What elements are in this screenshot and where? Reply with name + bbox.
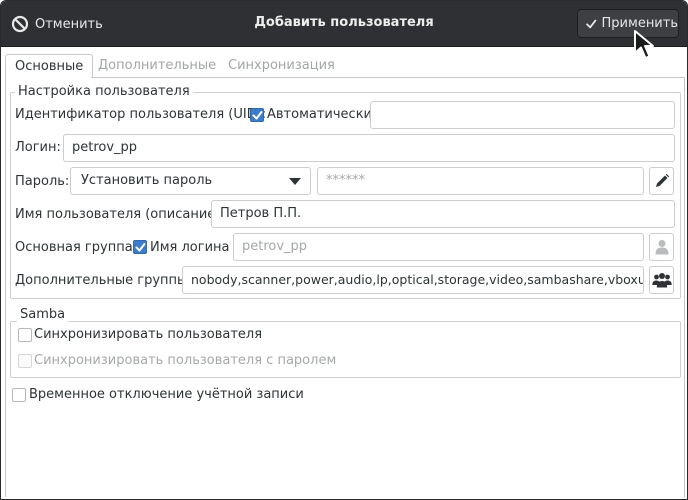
cancel-button[interactable]: Отменить bbox=[11, 10, 103, 38]
login-input[interactable]: petrov_pp bbox=[63, 134, 675, 162]
checkmark-icon bbox=[586, 19, 597, 28]
password-input[interactable]: ****** bbox=[317, 167, 644, 195]
disable-account-checkbox[interactable] bbox=[12, 388, 26, 402]
cancel-circle-icon bbox=[11, 15, 29, 33]
edit-password-button[interactable] bbox=[649, 167, 674, 195]
sync-user-checkbox[interactable] bbox=[18, 328, 32, 342]
add-user-dialog: Отменить Добавить пользователя Применить… bbox=[0, 0, 688, 500]
title-bar: Отменить Добавить пользователя Применить bbox=[1, 1, 687, 47]
primary-group-check-label: Имя логина bbox=[150, 240, 230, 255]
primary-group-input[interactable]: petrov_pp bbox=[233, 233, 644, 261]
pencil-icon bbox=[655, 173, 669, 187]
uid-auto-label: Автоматически bbox=[267, 107, 373, 122]
uid-auto-checkbox[interactable] bbox=[250, 108, 264, 122]
apply-button[interactable]: Применить bbox=[577, 9, 679, 38]
fullname-input[interactable]: Петров П.П. bbox=[211, 200, 675, 228]
password-mode-select[interactable]: Установить пароль bbox=[70, 167, 311, 195]
apply-button-label: Применить bbox=[601, 16, 678, 31]
tab-basic[interactable]: Основные bbox=[5, 54, 94, 78]
extra-groups-input[interactable]: nobody,scanner,power,audio,lp,optical,st… bbox=[182, 266, 644, 294]
fullname-label: Имя пользователя (описание): bbox=[15, 207, 225, 222]
uid-label: Идентификатор пользователя (UID): bbox=[15, 107, 267, 122]
user-settings-title: Настройка пользователя bbox=[15, 84, 193, 99]
primary-group-label: Основная группа: bbox=[15, 240, 138, 255]
select-primary-group-button[interactable] bbox=[649, 233, 674, 261]
password-mode-value: Установить пароль bbox=[81, 173, 213, 188]
uid-input[interactable] bbox=[370, 101, 675, 129]
primary-group-checkbox[interactable] bbox=[133, 240, 147, 254]
login-label: Логин: bbox=[15, 140, 61, 155]
user-icon bbox=[655, 240, 668, 255]
tab-advanced[interactable]: Дополнительные bbox=[89, 54, 225, 78]
tab-bar: Основные Дополнительные Синхронизация bbox=[5, 54, 685, 78]
checkmark-icon bbox=[252, 111, 263, 120]
checkmark-icon bbox=[135, 243, 146, 252]
cancel-button-label: Отменить bbox=[35, 16, 103, 32]
samba-title: Samba bbox=[17, 307, 69, 322]
sync-password-label: Синхронизировать пользователя с паролем bbox=[34, 353, 337, 368]
sync-password-checkbox[interactable] bbox=[18, 354, 32, 368]
sync-user-label: Синхронизировать пользователя bbox=[34, 327, 263, 342]
users-group-icon bbox=[651, 273, 672, 288]
chevron-down-icon bbox=[289, 178, 301, 185]
extra-groups-label: Дополнительные группы: bbox=[15, 273, 192, 288]
password-label: Пароль: bbox=[15, 174, 70, 189]
select-groups-button[interactable] bbox=[649, 266, 674, 294]
disable-account-label: Временное отключение учётной записи bbox=[29, 387, 304, 402]
tab-sync[interactable]: Синхронизация bbox=[219, 54, 344, 78]
